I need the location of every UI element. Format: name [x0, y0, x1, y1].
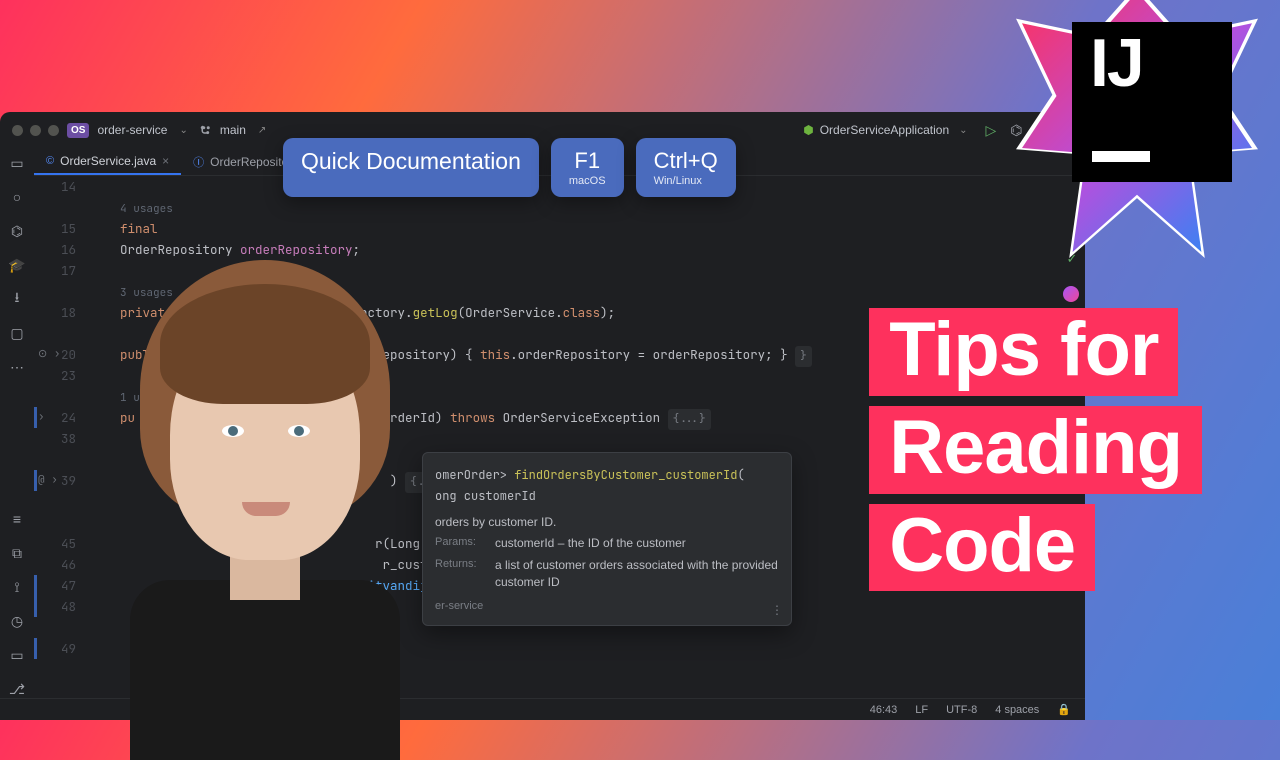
shortcut-callout: Quick Documentation F1 macOS Ctrl+Q Win/… — [283, 138, 736, 197]
project-name[interactable]: order-service — [97, 123, 167, 137]
presenter-photo — [70, 240, 450, 720]
structure-tool-icon[interactable]: ⌬ — [8, 222, 26, 240]
readonly-lock-icon[interactable]: 🔒 — [1057, 703, 1071, 716]
debug-button[interactable]: ⌬ — [1010, 122, 1022, 139]
build-tool-icon[interactable]: ◷ — [8, 612, 26, 630]
commit-tool-icon[interactable]: ○ — [8, 188, 26, 206]
minimize-icon[interactable] — [30, 125, 41, 136]
vcs-change-marker[interactable] — [34, 638, 37, 659]
vcs-change-marker[interactable] — [34, 575, 37, 617]
chevron-down-icon[interactable]: ⌄ — [959, 125, 967, 136]
headline: Tips for Reading Code — [869, 308, 1202, 601]
tab-orderservice[interactable]: © OrderService.java × — [34, 148, 181, 175]
run-tool-icon[interactable]: ▭ — [8, 646, 26, 664]
caret-position[interactable]: 46:43 — [870, 704, 898, 716]
tab-label: OrderService.java — [60, 154, 156, 168]
pull-tool-icon[interactable]: ⭳ — [8, 290, 26, 308]
gutter-run-icon[interactable]: › — [38, 407, 45, 428]
intellij-logo-badge: IJ — [1022, 0, 1252, 252]
close-tab-icon[interactable]: × — [162, 154, 169, 168]
zoom-icon[interactable] — [48, 125, 59, 136]
more-tool-icon[interactable]: ⋯ — [8, 358, 26, 376]
spring-icon: ⬢ — [803, 123, 813, 137]
shortcut-win: Ctrl+Q Win/Linux — [636, 138, 736, 197]
run-button[interactable]: ▷ — [986, 122, 997, 139]
headline-line-3: Code — [869, 504, 1095, 592]
quickdoc-module: er-service — [435, 599, 779, 615]
quickdoc-more-icon[interactable]: ⋮ — [771, 602, 783, 619]
vcs-change-marker[interactable] — [34, 407, 37, 428]
endpoints-tool-icon[interactable]: ⟟ — [8, 578, 26, 596]
quick-documentation-popup[interactable]: omerOrder> findOrdersByCustomer_customer… — [422, 452, 792, 626]
intellij-logo-text: IJ — [1090, 24, 1143, 102]
quickdoc-description: orders by customer ID. — [435, 515, 556, 529]
quickdoc-param: customerId – the ID of the customer — [495, 535, 686, 552]
project-tool-icon[interactable]: ▭ — [8, 154, 26, 172]
services-tool-icon[interactable]: ⧉ — [8, 544, 26, 562]
indent-setting[interactable]: 4 spaces — [995, 704, 1039, 716]
project-badge: OS — [67, 123, 89, 138]
line-separator[interactable]: LF — [915, 704, 928, 716]
chevron-down-icon[interactable]: ⌄ — [179, 125, 187, 136]
shortcut-title: Quick Documentation — [283, 138, 539, 197]
headline-line-2: Reading — [869, 406, 1202, 494]
learn-tool-icon[interactable]: 🎓 — [8, 256, 26, 274]
vcs-change-marker[interactable] — [34, 470, 37, 491]
branch-chevron-icon[interactable]: ↗ — [258, 125, 266, 136]
terminal-tool-icon[interactable]: ≡ — [8, 510, 26, 528]
java-class-icon: © — [46, 155, 54, 167]
shortcut-mac: F1 macOS — [551, 138, 624, 197]
gutter-override-icon[interactable]: ⊙ › — [38, 344, 60, 365]
ai-assistant-icon[interactable] — [1063, 286, 1079, 302]
quickdoc-returns: a list of customer orders associated wit… — [495, 557, 779, 592]
window-controls[interactable] — [12, 125, 59, 136]
run-config[interactable]: ⬢ OrderServiceApplication ⌄ — [803, 123, 971, 137]
headline-line-1: Tips for — [869, 308, 1178, 396]
git-tool-icon[interactable]: ⎇ — [8, 680, 26, 698]
gutter-annotation-icon[interactable]: @ › — [38, 470, 58, 491]
java-interface-icon: Ⓘ — [193, 154, 204, 170]
file-encoding[interactable]: UTF-8 — [946, 704, 977, 716]
run-config-name: OrderServiceApplication — [820, 123, 949, 137]
close-icon[interactable] — [12, 125, 23, 136]
git-branch-icon[interactable] — [200, 124, 212, 136]
branch-name[interactable]: main — [220, 123, 246, 137]
left-tool-rail: ▭ ○ ⌬ 🎓 ⭳ ▢ ⋯ ≡ ⧉ ⟟ ◷ ▭ ⎇ — [0, 148, 34, 698]
bookmarks-tool-icon[interactable]: ▢ — [8, 324, 26, 342]
